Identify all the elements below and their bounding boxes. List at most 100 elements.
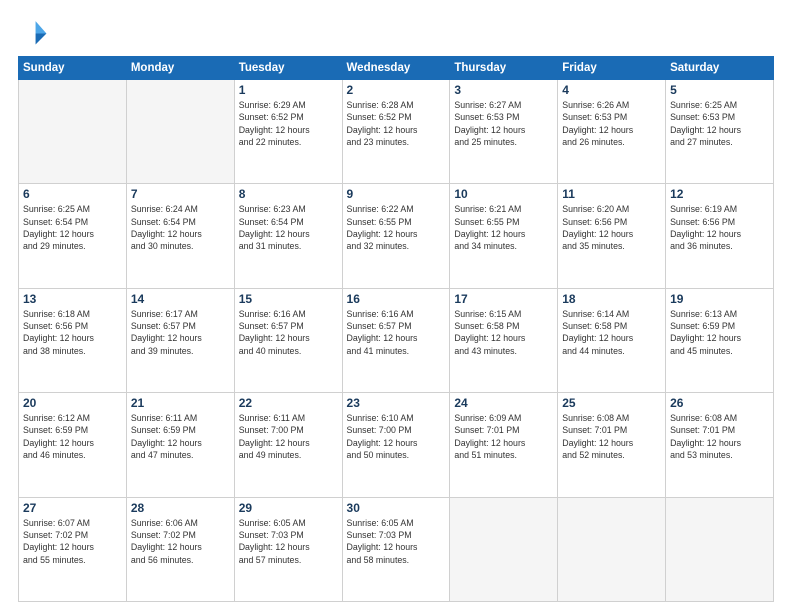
day-number: 4 (562, 83, 661, 97)
day-number: 13 (23, 292, 122, 306)
cell-info: Sunrise: 6:05 AMSunset: 7:03 PMDaylight:… (347, 517, 446, 566)
day-number: 22 (239, 396, 338, 410)
day-number: 20 (23, 396, 122, 410)
logo-icon (20, 18, 48, 46)
cell-info: Sunrise: 6:09 AMSunset: 7:01 PMDaylight:… (454, 412, 553, 461)
day-number: 2 (347, 83, 446, 97)
day-number: 9 (347, 187, 446, 201)
cell-info: Sunrise: 6:28 AMSunset: 6:52 PMDaylight:… (347, 99, 446, 148)
calendar-cell: 24 Sunrise: 6:09 AMSunset: 7:01 PMDayligh… (450, 393, 558, 497)
weekday-header: Thursday (450, 57, 558, 80)
cell-info: Sunrise: 6:19 AMSunset: 6:56 PMDaylight:… (670, 203, 769, 252)
day-number: 6 (23, 187, 122, 201)
day-number: 16 (347, 292, 446, 306)
cell-info: Sunrise: 6:25 AMSunset: 6:54 PMDaylight:… (23, 203, 122, 252)
calendar-cell (19, 80, 127, 184)
cell-info: Sunrise: 6:21 AMSunset: 6:55 PMDaylight:… (454, 203, 553, 252)
day-number: 15 (239, 292, 338, 306)
weekday-header: Tuesday (234, 57, 342, 80)
weekday-header: Wednesday (342, 57, 450, 80)
cell-info: Sunrise: 6:23 AMSunset: 6:54 PMDaylight:… (239, 203, 338, 252)
day-number: 5 (670, 83, 769, 97)
day-number: 26 (670, 396, 769, 410)
calendar-cell: 7 Sunrise: 6:24 AMSunset: 6:54 PMDaylight… (126, 184, 234, 288)
weekday-header: Saturday (666, 57, 774, 80)
weekday-header: Sunday (19, 57, 127, 80)
calendar-cell: 28 Sunrise: 6:06 AMSunset: 7:02 PMDayligh… (126, 497, 234, 601)
calendar-cell: 6 Sunrise: 6:25 AMSunset: 6:54 PMDaylight… (19, 184, 127, 288)
calendar-cell: 27 Sunrise: 6:07 AMSunset: 7:02 PMDayligh… (19, 497, 127, 601)
calendar-cell: 9Sunrise: 6:22 AMSunset: 6:55 PMDaylight… (342, 184, 450, 288)
cell-info: Sunrise: 6:16 AMSunset: 6:57 PMDaylight:… (347, 308, 446, 357)
calendar-cell (558, 497, 666, 601)
header (18, 18, 774, 46)
day-number: 25 (562, 396, 661, 410)
cell-info: Sunrise: 6:14 AMSunset: 6:58 PMDaylight:… (562, 308, 661, 357)
day-number: 7 (131, 187, 230, 201)
cell-info: Sunrise: 6:25 AMSunset: 6:53 PMDaylight:… (670, 99, 769, 148)
calendar-cell: 5 Sunrise: 6:25 AMSunset: 6:53 PMDaylight… (666, 80, 774, 184)
calendar-cell: 8 Sunrise: 6:23 AMSunset: 6:54 PMDaylight… (234, 184, 342, 288)
day-number: 21 (131, 396, 230, 410)
cell-info: Sunrise: 6:08 AMSunset: 7:01 PMDaylight:… (670, 412, 769, 461)
day-number: 11 (562, 187, 661, 201)
cell-info: Sunrise: 6:29 AMSunset: 6:52 PMDaylight:… (239, 99, 338, 148)
calendar-cell (126, 80, 234, 184)
day-number: 23 (347, 396, 446, 410)
calendar-cell: 2 Sunrise: 6:28 AMSunset: 6:52 PMDaylight… (342, 80, 450, 184)
day-number: 12 (670, 187, 769, 201)
calendar-cell: 29 Sunrise: 6:05 AMSunset: 7:03 PMDayligh… (234, 497, 342, 601)
calendar-cell: 22 Sunrise: 6:11 AMSunset: 7:00 PMDayligh… (234, 393, 342, 497)
cell-info: Sunrise: 6:16 AMSunset: 6:57 PMDaylight:… (239, 308, 338, 357)
cell-info: Sunrise: 6:18 AMSunset: 6:56 PMDaylight:… (23, 308, 122, 357)
cell-info: Sunrise: 6:15 AMSunset: 6:58 PMDaylight:… (454, 308, 553, 357)
cell-info: Sunrise: 6:11 AMSunset: 7:00 PMDaylight:… (239, 412, 338, 461)
calendar-cell: 18 Sunrise: 6:14 AMSunset: 6:58 PMDayligh… (558, 288, 666, 392)
day-number: 28 (131, 501, 230, 515)
day-number: 19 (670, 292, 769, 306)
weekday-header: Monday (126, 57, 234, 80)
day-number: 24 (454, 396, 553, 410)
calendar-cell: 23 Sunrise: 6:10 AMSunset: 7:00 PMDayligh… (342, 393, 450, 497)
cell-info: Sunrise: 6:06 AMSunset: 7:02 PMDaylight:… (131, 517, 230, 566)
logo (18, 18, 48, 46)
calendar-cell: 30 Sunrise: 6:05 AMSunset: 7:03 PMDayligh… (342, 497, 450, 601)
day-number: 1 (239, 83, 338, 97)
day-number: 14 (131, 292, 230, 306)
cell-info: Sunrise: 6:27 AMSunset: 6:53 PMDaylight:… (454, 99, 553, 148)
cell-info: Sunrise: 6:08 AMSunset: 7:01 PMDaylight:… (562, 412, 661, 461)
cell-info: Sunrise: 6:17 AMSunset: 6:57 PMDaylight:… (131, 308, 230, 357)
calendar-cell: 20Sunrise: 6:12 AMSunset: 6:59 PMDayligh… (19, 393, 127, 497)
calendar-cell: 21Sunrise: 6:11 AMSunset: 6:59 PMDayligh… (126, 393, 234, 497)
day-number: 10 (454, 187, 553, 201)
cell-info: Sunrise: 6:10 AMSunset: 7:00 PMDaylight:… (347, 412, 446, 461)
cell-info: Sunrise: 6:26 AMSunset: 6:53 PMDaylight:… (562, 99, 661, 148)
cell-info: Sunrise: 6:20 AMSunset: 6:56 PMDaylight:… (562, 203, 661, 252)
cell-info: Sunrise: 6:24 AMSunset: 6:54 PMDaylight:… (131, 203, 230, 252)
page: SundayMondayTuesdayWednesdayThursdayFrid… (0, 0, 792, 612)
calendar-cell (450, 497, 558, 601)
calendar-cell: 26 Sunrise: 6:08 AMSunset: 7:01 PMDayligh… (666, 393, 774, 497)
day-number: 18 (562, 292, 661, 306)
cell-info: Sunrise: 6:07 AMSunset: 7:02 PMDaylight:… (23, 517, 122, 566)
calendar-table: SundayMondayTuesdayWednesdayThursdayFrid… (18, 56, 774, 602)
calendar-cell: 4 Sunrise: 6:26 AMSunset: 6:53 PMDaylight… (558, 80, 666, 184)
cell-info: Sunrise: 6:05 AMSunset: 7:03 PMDaylight:… (239, 517, 338, 566)
day-number: 27 (23, 501, 122, 515)
calendar-cell: 12 Sunrise: 6:19 AMSunset: 6:56 PMDayligh… (666, 184, 774, 288)
calendar-cell: 1 Sunrise: 6:29 AMSunset: 6:52 PMDaylight… (234, 80, 342, 184)
calendar-cell: 15 Sunrise: 6:16 AMSunset: 6:57 PMDayligh… (234, 288, 342, 392)
day-number: 17 (454, 292, 553, 306)
day-number: 8 (239, 187, 338, 201)
calendar-cell: 3 Sunrise: 6:27 AMSunset: 6:53 PMDaylight… (450, 80, 558, 184)
day-number: 3 (454, 83, 553, 97)
day-number: 29 (239, 501, 338, 515)
calendar-cell: 16 Sunrise: 6:16 AMSunset: 6:57 PMDayligh… (342, 288, 450, 392)
day-number: 30 (347, 501, 446, 515)
calendar-cell: 14 Sunrise: 6:17 AMSunset: 6:57 PMDayligh… (126, 288, 234, 392)
cell-info: Sunrise: 6:13 AMSunset: 6:59 PMDaylight:… (670, 308, 769, 357)
weekday-header: Friday (558, 57, 666, 80)
calendar-cell: 17 Sunrise: 6:15 AMSunset: 6:58 PMDayligh… (450, 288, 558, 392)
calendar-cell: 19 Sunrise: 6:13 AMSunset: 6:59 PMDayligh… (666, 288, 774, 392)
calendar-cell (666, 497, 774, 601)
